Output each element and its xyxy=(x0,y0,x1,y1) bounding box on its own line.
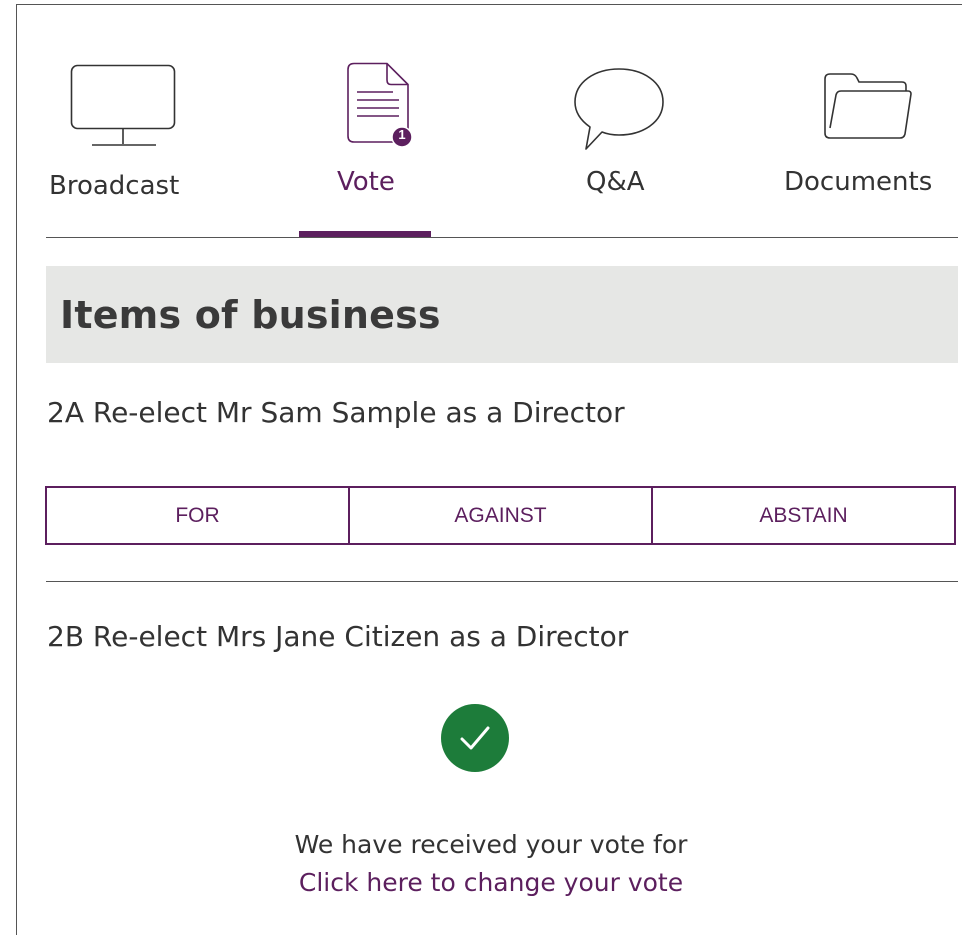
document-icon: 1 xyxy=(346,62,418,158)
section-title: Items of business xyxy=(60,293,441,337)
tab-label: Q&A xyxy=(586,167,645,197)
speech-bubble-icon xyxy=(573,67,667,157)
folder-icon xyxy=(822,71,914,147)
vote-abstain-button[interactable]: ABSTAIN xyxy=(651,488,954,543)
tabs-divider xyxy=(46,237,958,238)
vote-against-button[interactable]: AGAINST xyxy=(348,488,651,543)
notification-badge: 1 xyxy=(398,127,406,142)
tab-label: Vote xyxy=(337,167,395,197)
tab-label: Broadcast xyxy=(49,171,180,201)
vote-options: FOR AGAINST ABSTAIN xyxy=(45,486,956,545)
section-header: Items of business xyxy=(46,266,958,363)
checkmark-icon xyxy=(441,704,509,772)
change-vote-link[interactable]: Click here to change your vote xyxy=(0,868,962,897)
tab-broadcast[interactable]: Broadcast xyxy=(46,40,206,238)
tab-documents[interactable]: Documents xyxy=(782,40,958,238)
tab-qa[interactable]: Q&A xyxy=(556,40,706,238)
item-title-2a: 2A Re-elect Mr Sam Sample as a Director xyxy=(47,396,625,429)
tab-label: Documents xyxy=(784,167,933,197)
vote-received-message: We have received your vote for xyxy=(294,830,688,859)
items-divider xyxy=(46,581,958,582)
tab-bar: Broadcast 1 Vote Q&A Documents xyxy=(46,40,958,238)
tab-vote[interactable]: 1 Vote xyxy=(299,40,431,238)
monitor-icon xyxy=(70,64,178,154)
vote-for-button[interactable]: FOR xyxy=(47,488,348,543)
item-title-2b: 2B Re-elect Mrs Jane Citizen as a Direct… xyxy=(47,620,629,653)
